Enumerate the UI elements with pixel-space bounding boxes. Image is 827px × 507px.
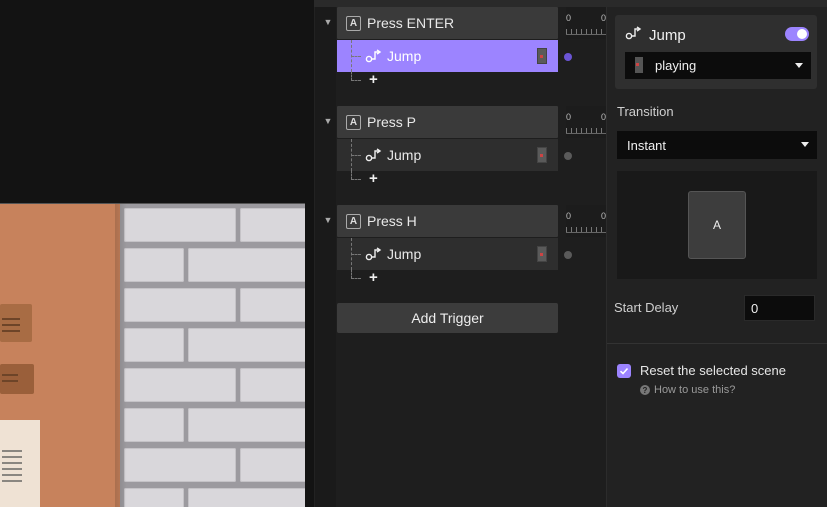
editor-window: ▼ A Press ENTER 0 0 Jump + ▼ A Press P 0… <box>0 0 827 507</box>
collapse-arrow-icon[interactable]: ▼ <box>323 116 333 126</box>
trigger-title: Press ENTER <box>367 15 455 31</box>
help-link[interactable]: ? How to use this? <box>640 384 735 396</box>
jump-action-icon <box>625 25 643 46</box>
animation-thumbnail <box>537 48 547 64</box>
trigger-list: ▼ A Press ENTER 0 0 Jump + ▼ A Press P 0… <box>316 7 606 507</box>
tick-baseline <box>566 232 606 233</box>
timeline-ruler[interactable]: 0 0 <box>566 106 606 138</box>
action-label: Jump <box>387 246 422 262</box>
wall-shadow <box>115 204 127 507</box>
transition-preview: A <box>617 171 817 279</box>
trigger-title: Press P <box>367 114 417 130</box>
tick-label: 0 <box>566 112 572 122</box>
action-row-jump[interactable]: Jump <box>337 238 558 270</box>
chevron-down-icon <box>801 142 809 147</box>
scene-canvas[interactable] <box>0 0 314 507</box>
add-action-row[interactable]: + <box>337 269 558 287</box>
animation-thumbnail <box>635 57 643 73</box>
timeline-ruler[interactable]: 0 0 <box>566 205 606 237</box>
tree-line <box>351 269 361 279</box>
state-select[interactable]: playing <box>625 52 811 79</box>
action-title: Jump <box>649 27 686 44</box>
action-label: Jump <box>387 48 422 64</box>
add-action-button[interactable]: + <box>369 170 378 188</box>
tick-baseline <box>566 34 606 35</box>
jump-action-icon <box>365 48 383 64</box>
trigger-title: Press H <box>367 213 417 229</box>
jump-action-icon <box>365 147 383 163</box>
question-icon: ? <box>640 385 650 395</box>
keyframe-dot[interactable] <box>564 152 572 160</box>
add-action-button[interactable]: + <box>369 71 378 89</box>
tree-line <box>351 56 361 57</box>
add-action-button[interactable]: + <box>369 269 378 287</box>
help-link-label: How to use this? <box>654 384 736 396</box>
brick-wall <box>120 204 305 507</box>
paper-decor <box>0 420 40 507</box>
tick-baseline <box>566 133 606 134</box>
transition-select-value: Instant <box>627 137 667 153</box>
action-card: Jump playing <box>615 15 817 89</box>
toggle-knob <box>797 29 807 39</box>
keyboard-key-icon: A <box>346 15 361 31</box>
tick-label: 0 <box>566 211 572 221</box>
add-action-row[interactable]: + <box>337 71 558 89</box>
keyframe-dot[interactable] <box>564 251 572 259</box>
start-delay-input[interactable]: 0 <box>744 295 815 321</box>
sign-decor <box>0 364 34 394</box>
check-icon <box>619 367 629 375</box>
properties-panel: Jump playing Transition Instant A Start … <box>607 7 827 507</box>
collapse-arrow-icon[interactable]: ▼ <box>323 215 333 225</box>
timeline-ruler[interactable]: 0 0 <box>566 7 606 39</box>
sign-decor <box>0 304 32 342</box>
tree-line <box>351 254 361 255</box>
start-delay-label: Start Delay <box>614 300 679 315</box>
keyboard-key-icon: A <box>346 114 361 130</box>
enable-toggle[interactable] <box>785 27 809 41</box>
keyboard-key-icon: A <box>346 213 361 229</box>
tree-line <box>351 71 361 81</box>
action-label: Jump <box>387 147 422 163</box>
keyframe-dot[interactable] <box>564 53 572 61</box>
state-select-value: playing <box>655 58 697 73</box>
tree-line <box>351 155 361 156</box>
divider <box>607 343 827 344</box>
tree-line <box>351 170 361 180</box>
trigger-header[interactable]: A Press P <box>337 106 558 138</box>
action-row-jump[interactable]: Jump <box>337 40 558 72</box>
action-card-header: Jump <box>625 25 686 46</box>
transition-select[interactable]: Instant <box>617 131 817 159</box>
action-row-jump[interactable]: Jump <box>337 139 558 171</box>
chevron-down-icon <box>795 62 803 68</box>
trigger-header[interactable]: A Press ENTER <box>337 7 558 39</box>
trigger-header[interactable]: A Press H <box>337 205 558 237</box>
tick-label: 0 <box>566 13 572 23</box>
scene-preview-image <box>0 203 305 507</box>
transition-label: Transition <box>617 104 674 119</box>
add-action-row[interactable]: + <box>337 170 558 188</box>
add-trigger-button[interactable]: Add Trigger <box>337 303 558 333</box>
animation-thumbnail <box>537 147 547 163</box>
reset-scene-label: Reset the selected scene <box>640 363 786 378</box>
animation-thumbnail <box>537 246 547 262</box>
reset-scene-checkbox[interactable] <box>617 364 631 378</box>
collapse-arrow-icon[interactable]: ▼ <box>323 17 333 27</box>
jump-action-icon <box>365 246 383 262</box>
preview-card: A <box>688 191 746 259</box>
